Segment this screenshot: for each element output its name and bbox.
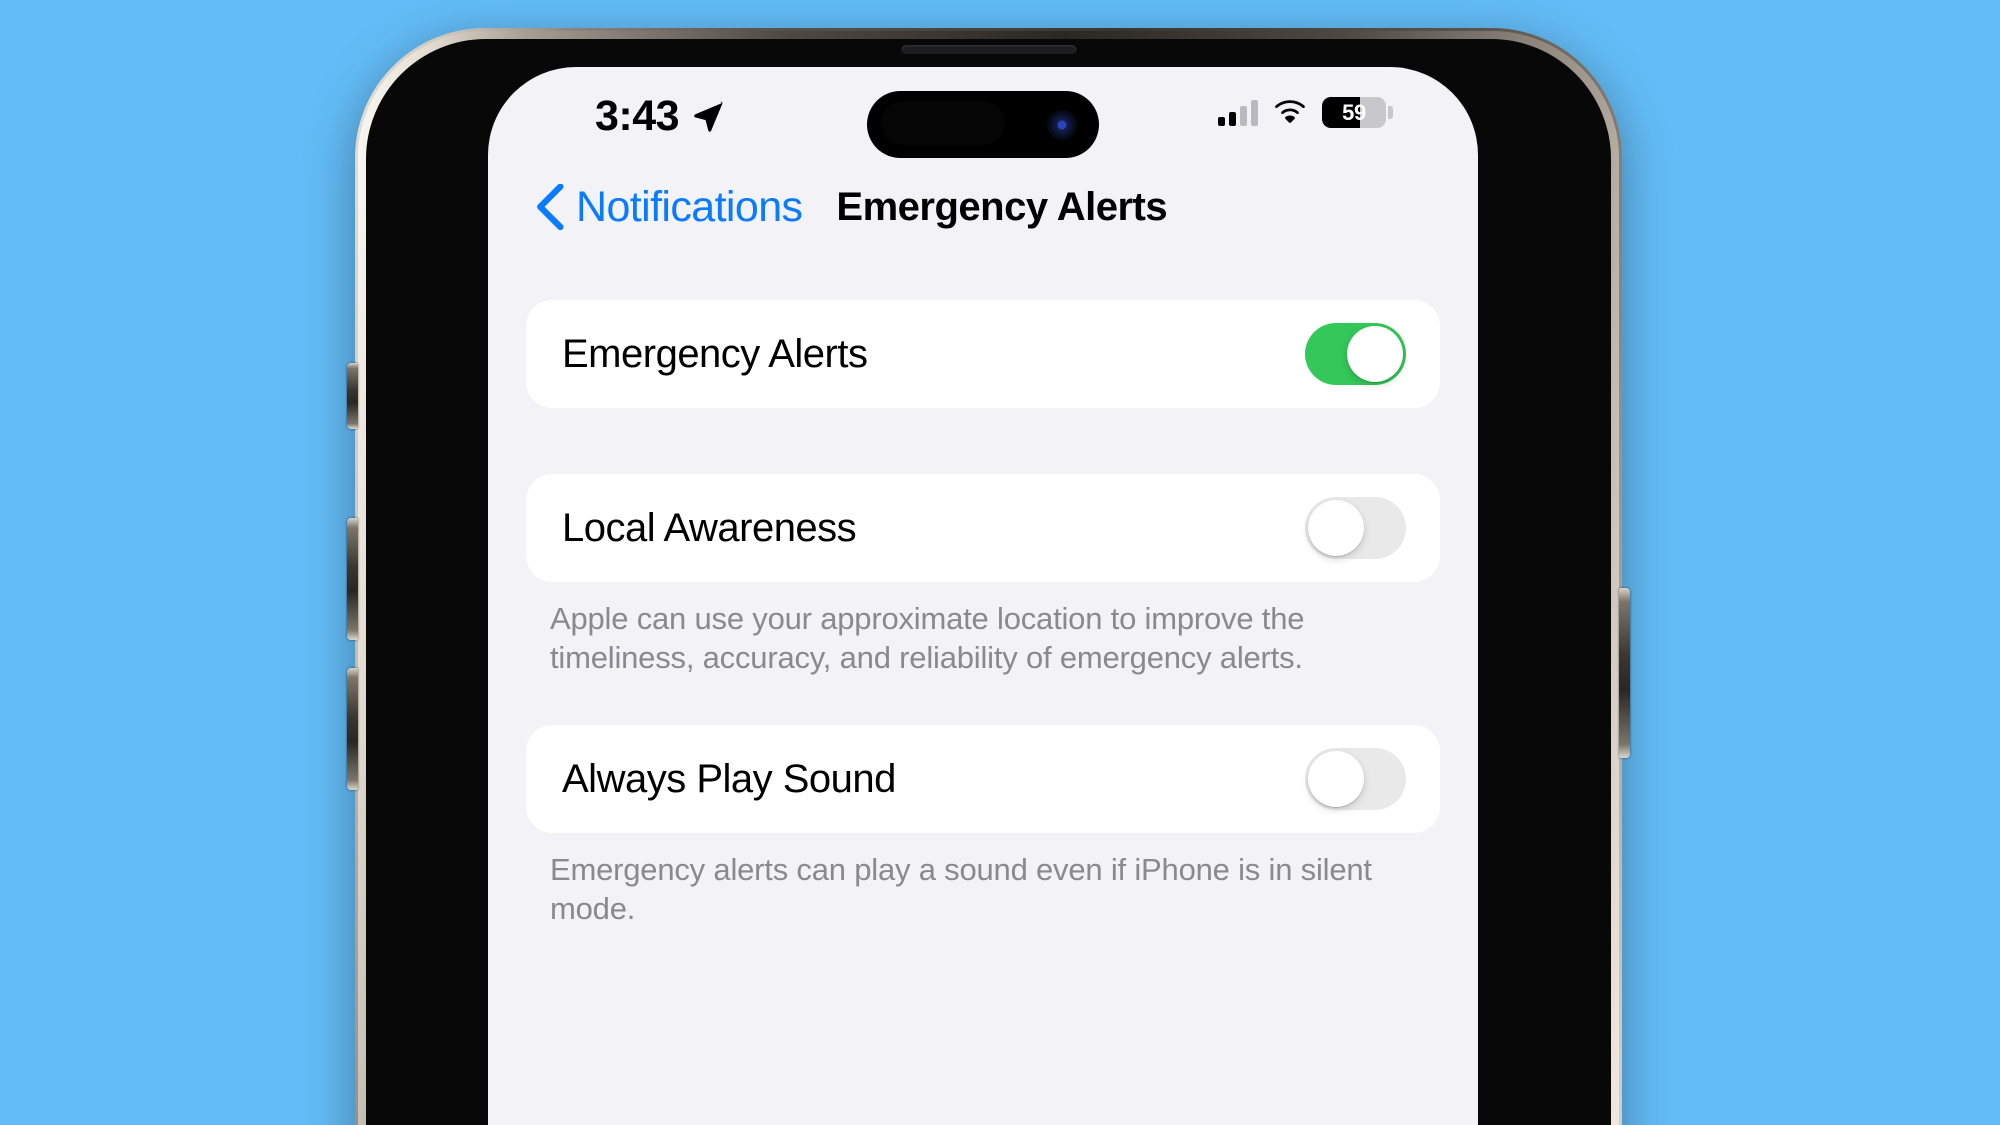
action-button[interactable] [347,363,358,429]
cellular-signal-icon [1218,99,1258,126]
iphone-device: 3:43 59 Notifications Emergency Alerts E… [347,28,1630,1125]
battery-icon: 59 [1322,97,1393,128]
settings-list: Emergency Alerts Local Awareness Apple c… [488,252,1478,928]
toggle-emergency-alerts[interactable] [1305,323,1406,385]
section-emergency-alerts: Emergency Alerts [526,300,1440,408]
battery-percentage: 59 [1342,99,1366,125]
toggle-knob [1308,500,1364,556]
toggle-always-play-sound[interactable] [1305,748,1406,811]
location-arrow-icon [694,101,723,132]
earpiece-speaker [901,45,1076,54]
status-bar-clock: 3:43 [595,92,680,140]
status-bar-left: 3:43 [595,95,725,138]
row-label: Local Awareness [562,505,857,550]
section-gap-2 [526,677,1440,725]
dynamic-island[interactable] [867,91,1099,158]
toggle-knob [1308,751,1364,808]
phone-screen: 3:43 59 Notifications Emergency Alerts E… [488,67,1478,1125]
row-always-play-sound[interactable]: Always Play Sound [526,725,1440,833]
row-emergency-alerts[interactable]: Emergency Alerts [526,300,1440,408]
volume-down-button[interactable] [347,668,358,790]
wifi-icon [1275,100,1305,123]
row-label: Emergency Alerts [562,331,868,376]
navigation-bar: Notifications Emergency Alerts [488,162,1478,252]
row-local-awareness[interactable]: Local Awareness [526,474,1440,582]
section-always-play-sound: Always Play Sound [526,725,1440,834]
spacer-top [526,252,1440,300]
status-bar-right: 59 [1218,97,1393,128]
section-local-awareness: Local Awareness [526,474,1440,582]
side-power-button[interactable] [1619,588,1630,758]
footer-always-play-sound: Emergency alerts can play a sound even i… [550,852,1372,927]
row-label: Always Play Sound [562,756,896,801]
battery-cap [1388,106,1393,119]
volume-up-button[interactable] [347,518,358,640]
back-button[interactable]: Notifications [536,182,803,231]
face-id-sensor [881,101,1005,145]
front-camera-icon [1047,109,1077,140]
back-button-label: Notifications [576,182,803,231]
section-gap-1 [526,408,1440,474]
toggle-knob [1347,326,1403,382]
footer-local-awareness: Apple can use your approximate location … [550,601,1305,676]
page-title: Emergency Alerts [836,185,1168,229]
toggle-local-awareness[interactable] [1305,497,1406,559]
status-bar: 3:43 59 [488,67,1478,162]
chevron-left-icon [537,184,564,230]
